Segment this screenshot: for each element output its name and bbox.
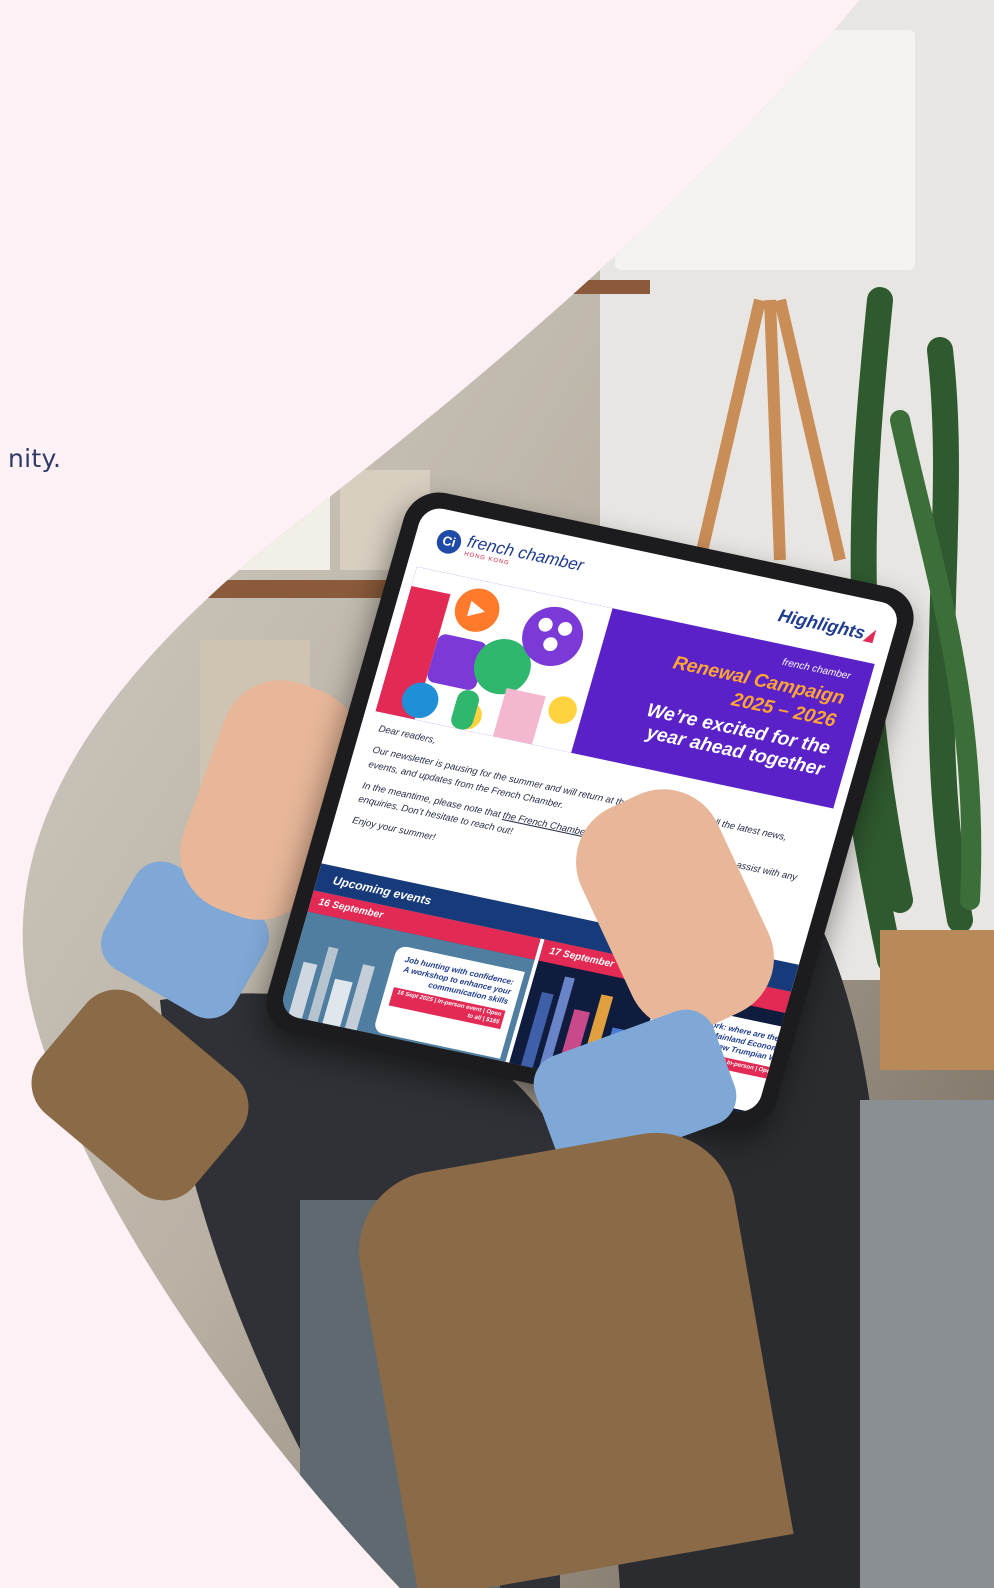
french-chamber-logo[interactable]: Ci french chamber HONG KONG [434,527,586,582]
photo-scene: nity. Ci french chamber HONG KONG Highli… [0,0,994,1588]
highlights-title: Highlights [776,605,877,644]
red-triangle-icon [862,627,877,644]
intro-text-fragment: nity. [8,444,62,473]
right-sleeve-sweater [346,1120,794,1588]
cci-logo-icon: Ci [434,527,465,556]
illustration-collage [375,566,613,753]
